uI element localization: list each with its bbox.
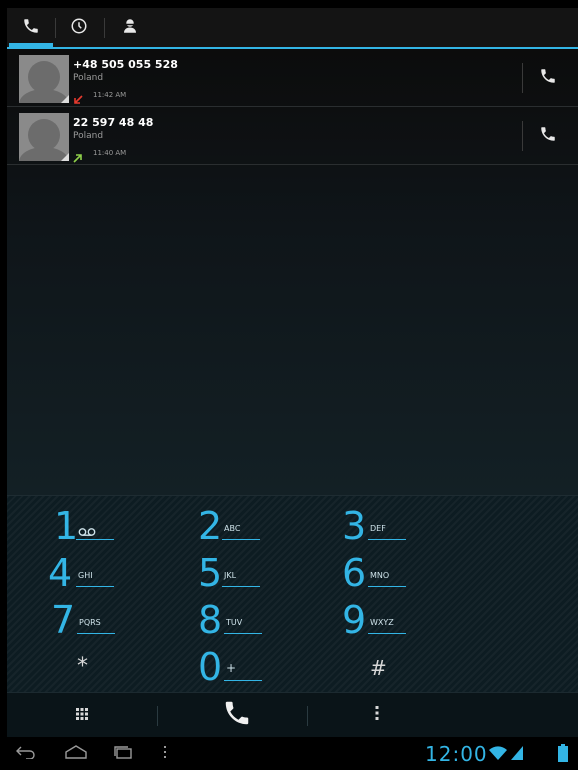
call-log-row[interactable]: 22 597 48 48 Poland 11:40 AM	[7, 107, 578, 165]
key-underline	[77, 633, 115, 634]
phone-icon	[22, 17, 40, 39]
dialpad-key-6[interactable]: 6 MNO	[342, 553, 472, 597]
key-underline	[368, 633, 406, 634]
key-digit: 8	[198, 598, 223, 642]
voicemail-icon	[78, 522, 96, 536]
key-underline	[222, 586, 260, 587]
key-letters: JKL	[224, 571, 237, 580]
back-button[interactable]	[12, 737, 40, 770]
tab-bar	[7, 8, 578, 49]
key-digit: 9	[342, 598, 367, 642]
dialpad-key-9[interactable]: 9 WXYZ	[342, 600, 472, 644]
call-location: Poland	[73, 131, 104, 141]
key-digit: 1	[54, 504, 79, 548]
call-log-row[interactable]: +48 505 055 528 Poland 11:42 AM	[7, 49, 578, 107]
key-underline	[76, 586, 114, 587]
contact-avatar[interactable]	[19, 55, 69, 103]
home-icon	[64, 744, 88, 763]
call-location: Poland	[73, 73, 104, 83]
contact-avatar[interactable]	[19, 113, 69, 161]
tab-recent[interactable]	[55, 8, 103, 47]
dialpad: 1 2 ABC 3 DEF 4 GHI 5 JKL 6 MNO 7 PQRS 8…	[7, 495, 578, 692]
clock-icon	[70, 17, 88, 39]
phone-icon	[222, 698, 252, 732]
key-digit: 2	[198, 504, 223, 548]
dialpad-key-1[interactable]: 1	[54, 506, 184, 550]
key-underline	[224, 680, 262, 681]
key-underline	[368, 539, 406, 540]
key-letters: MNO	[370, 571, 390, 580]
toggle-dialpad-button[interactable]	[57, 693, 107, 737]
dialpad-key-8[interactable]: 8 TUV	[198, 600, 328, 644]
action-divider	[307, 706, 308, 726]
phone-icon	[539, 67, 557, 89]
key-digit: 5	[198, 551, 223, 595]
top-frame	[0, 0, 578, 8]
dialpad-key-4[interactable]: 4 GHI	[48, 553, 178, 597]
key-underline	[368, 586, 406, 587]
signal-icon	[510, 745, 524, 765]
arrow-down-left-icon	[73, 90, 83, 104]
dialer-action-bar	[7, 692, 578, 737]
back-icon	[15, 744, 37, 763]
row-divider	[522, 121, 523, 151]
key-letters: DEF	[370, 524, 386, 533]
call-time: 11:40 AM	[93, 149, 127, 157]
dialpad-icon	[75, 706, 89, 725]
system-navigation-bar: 12:00	[0, 737, 578, 770]
key-letters: ABC	[224, 524, 241, 533]
key-digit: *	[77, 654, 88, 679]
dialpad-key-3[interactable]: 3 DEF	[342, 506, 472, 550]
key-letters: GHI	[78, 571, 93, 580]
overflow-menu-button[interactable]	[347, 693, 407, 737]
key-digit: 7	[51, 598, 76, 642]
call-log-list: +48 505 055 528 Poland 11:42 AM 22 597 4…	[7, 49, 578, 495]
recent-apps-button[interactable]	[108, 737, 138, 770]
key-digit: 6	[342, 551, 367, 595]
dialpad-key-2[interactable]: 2 ABC	[198, 506, 328, 550]
system-menu-button[interactable]	[158, 737, 172, 770]
key-underline	[222, 539, 260, 540]
phone-icon	[539, 125, 557, 147]
battery-icon	[558, 744, 568, 766]
person-icon	[121, 17, 139, 39]
call-back-button[interactable]	[535, 65, 561, 91]
call-back-button[interactable]	[535, 123, 561, 149]
key-digit: 0	[198, 645, 223, 689]
key-digit: 3	[342, 504, 367, 548]
key-letters: +	[226, 661, 237, 675]
wifi-icon	[488, 745, 508, 765]
key-letters: WXYZ	[370, 618, 394, 627]
tab-contacts[interactable]	[109, 8, 151, 47]
dialpad-key-7[interactable]: 7 PQRS	[51, 600, 181, 644]
overflow-menu-icon	[163, 744, 167, 763]
status-clock[interactable]: 12:00	[425, 742, 488, 766]
tab-divider	[104, 18, 105, 38]
home-button[interactable]	[60, 737, 92, 770]
overflow-menu-icon	[374, 705, 380, 725]
key-underline	[76, 539, 114, 540]
call-number: 22 597 48 48	[73, 116, 154, 129]
recent-apps-icon	[113, 744, 133, 763]
key-letters: TUV	[226, 618, 243, 627]
dialpad-key-0[interactable]: 0 +	[198, 647, 328, 691]
phone-dialer-screen: +48 505 055 528 Poland 11:42 AM 22 597 4…	[0, 0, 578, 770]
key-letters: PQRS	[79, 618, 101, 627]
dialpad-key-5[interactable]: 5 JKL	[198, 553, 328, 597]
arrow-up-right-icon	[73, 148, 83, 163]
row-divider	[522, 63, 523, 93]
call-button[interactable]	[202, 693, 272, 737]
key-digit: 4	[48, 551, 73, 595]
call-time: 11:42 AM	[93, 91, 127, 99]
call-number: +48 505 055 528	[73, 58, 178, 71]
key-digit: #	[370, 656, 387, 680]
key-underline	[224, 633, 262, 634]
action-divider	[157, 706, 158, 726]
tab-phone[interactable]	[7, 8, 55, 47]
